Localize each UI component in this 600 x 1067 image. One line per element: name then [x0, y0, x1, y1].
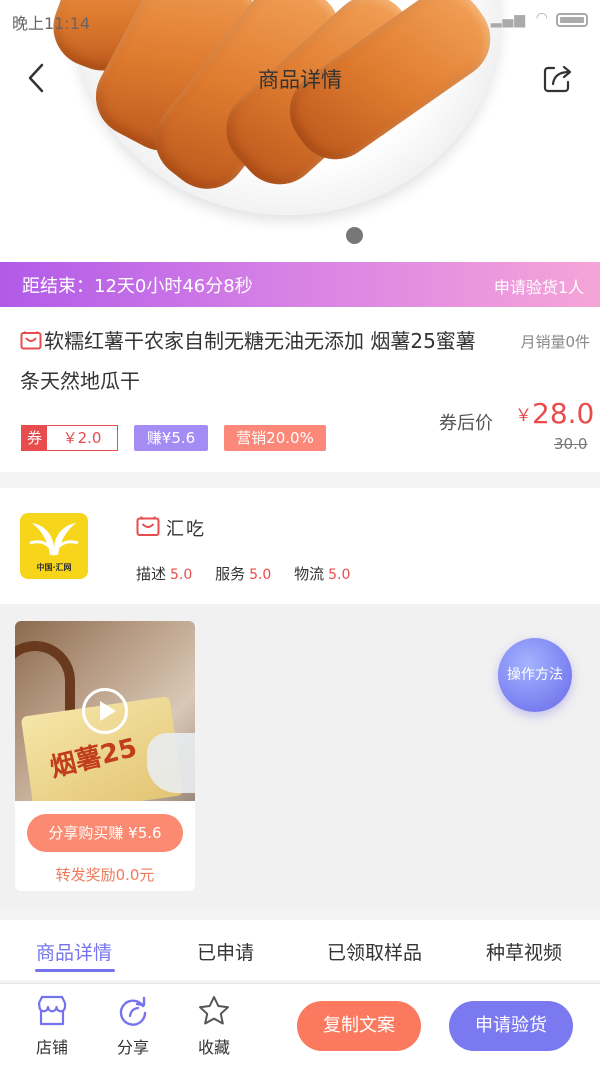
active-tab-indicator — [35, 969, 115, 972]
carousel-indicator[interactable] — [346, 227, 363, 244]
battery-icon — [556, 13, 588, 27]
star-icon — [199, 996, 229, 1025]
applied-count: 申请验货1人 — [493, 278, 584, 297]
shop-card[interactable]: 中国·汇网 汇吃 描述 5.0 服务 5.0 物流 5.0 — [0, 488, 600, 604]
favorite-button[interactable]: 收藏 — [184, 994, 244, 1058]
share-buy-button[interactable]: 分享购买赚 ¥5.6 — [27, 814, 183, 852]
price-value: 28.0 — [532, 397, 595, 430]
video-card: 烟薯25 分享购买赚 ¥5.6 转发奖励0.0元 — [15, 621, 195, 891]
status-bar: 晚上11:14 ▂▄▆ ◠ — [0, 0, 600, 40]
copy-text-button[interactable]: 复制文案 — [297, 1001, 421, 1051]
shop-logo: 中国·汇网 — [20, 513, 88, 579]
favorite-label: 收藏 — [197, 1038, 230, 1057]
shop-ratings: 描述 5.0 服务 5.0 物流 5.0 — [136, 563, 368, 584]
share-label: 分享 — [116, 1038, 149, 1057]
countdown-text: 距结束：12天0小时46分8秒 — [22, 276, 253, 297]
price-symbol: ￥ — [515, 406, 532, 426]
coupon-tag-value: ￥2.0 — [62, 429, 102, 447]
rating-score: 5.0 — [328, 567, 351, 583]
rating-service: 服务 5.0 — [215, 563, 271, 584]
store-button[interactable]: 店铺 — [22, 994, 82, 1058]
coupon-tag-label: 券 — [22, 426, 47, 450]
tab-product-details[interactable]: 商品详情 — [36, 938, 112, 965]
store-label: 店铺 — [35, 1038, 68, 1057]
shop-logo-text: 中国·汇网 — [36, 563, 72, 572]
video-section: 烟薯25 分享购买赚 ¥5.6 转发奖励0.0元 操作方法 — [0, 606, 600, 908]
tab-samples-received[interactable]: 已领取样品 — [327, 938, 422, 965]
rating-logistics: 物流 5.0 — [294, 563, 350, 584]
original-price: 30.0 — [554, 435, 588, 453]
tab-applied[interactable]: 已申请 — [197, 938, 254, 965]
play-icon[interactable] — [82, 688, 128, 734]
wifi-icon: ◠ — [535, 10, 548, 26]
tmall-icon — [136, 516, 160, 536]
coupon-tag: 券 ￥2.0 — [21, 425, 118, 451]
share-icon[interactable] — [540, 60, 576, 96]
rating-label: 描述 — [136, 565, 167, 583]
rating-score: 5.0 — [170, 567, 193, 583]
detail-tabs: 商品详情 已申请 已领取样品 种草视频 — [0, 920, 600, 980]
share-reward: 转发奖励0.0元 — [55, 866, 155, 884]
countdown-bar: 距结束：12天0小时46分8秒 申请验货1人 — [0, 262, 600, 307]
tab-videos[interactable]: 种草视频 — [486, 938, 562, 965]
store-icon — [37, 995, 67, 1026]
signal-icon: ▂▄▆ — [490, 12, 526, 28]
rating-description: 描述 5.0 — [136, 563, 192, 584]
bottom-action-bar: 店铺 分享 收藏 复制文案 申请验货 — [0, 983, 600, 1067]
bag-label: 烟薯25 — [47, 732, 140, 784]
apply-inspection-button[interactable]: 申请验货 — [449, 1001, 573, 1051]
rating-label: 服务 — [215, 565, 246, 583]
status-time: 晚上11:14 — [12, 14, 91, 33]
marketing-tag: 营销20.0% — [224, 425, 326, 451]
shop-name: 汇吃 — [166, 519, 206, 540]
earn-tag: 赚¥5.6 — [134, 425, 208, 451]
share-button[interactable]: 分享 — [103, 994, 163, 1058]
page-title: 商品详情 — [258, 68, 342, 92]
refresh-share-icon — [119, 996, 147, 1026]
rating-score: 5.0 — [249, 567, 272, 583]
rating-label: 物流 — [294, 565, 325, 583]
how-to-button[interactable]: 操作方法 — [498, 638, 572, 712]
product-image-carousel[interactable]: 晚上11:14 ▂▄▆ ◠ 商品详情 — [0, 0, 600, 262]
video-thumbnail[interactable]: 烟薯25 — [15, 621, 195, 801]
product-title: 软糯红薯干农家自制无糖无油无添加 烟薯25蜜薯条天然地瓜干 — [20, 329, 476, 393]
product-info: 软糯红薯干农家自制无糖无油无添加 烟薯25蜜薯条天然地瓜干 月销量0件 券 ￥2… — [0, 307, 600, 472]
tmall-icon — [20, 331, 42, 350]
product-title-block: 软糯红薯干农家自制无糖无油无添加 烟薯25蜜薯条天然地瓜干 — [20, 321, 490, 401]
price-label: 券后价 — [439, 413, 493, 434]
monthly-sales: 月销量0件 — [520, 333, 590, 351]
price: ￥28.0 — [515, 397, 594, 430]
